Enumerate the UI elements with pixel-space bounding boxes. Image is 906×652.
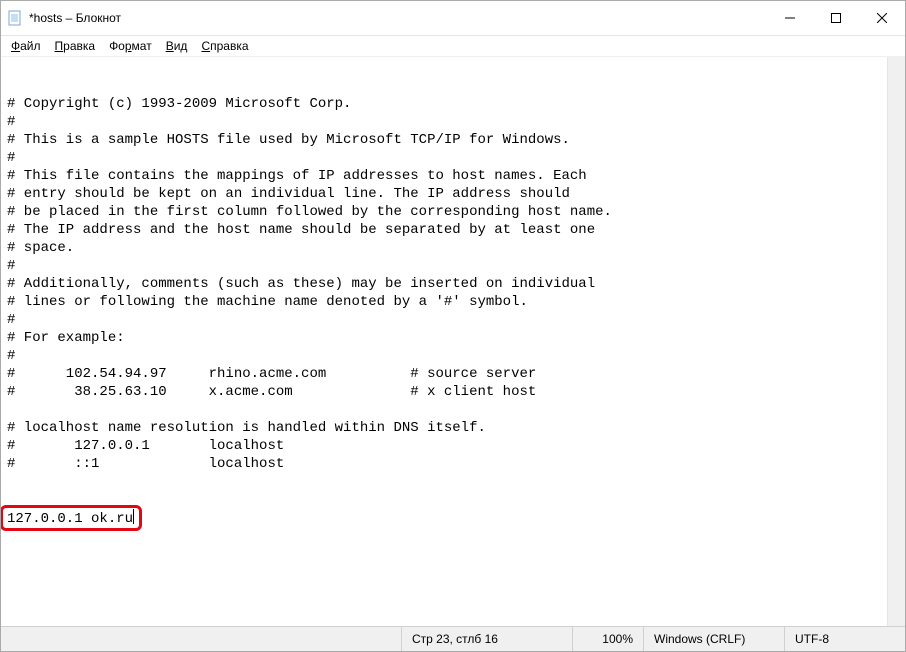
- titlebar: *hosts – Блокнот: [1, 1, 905, 36]
- menu-help[interactable]: Справка: [195, 38, 254, 54]
- window-controls: [767, 1, 905, 35]
- menubar: Файл Правка Формат Вид Справка: [1, 36, 905, 57]
- notepad-icon: [7, 10, 23, 26]
- status-position: Стр 23, стлб 16: [401, 627, 572, 651]
- status-spacer: [1, 627, 401, 651]
- typed-line: 127.0.0.1 ok.ru: [7, 509, 883, 528]
- status-zoom: 100%: [572, 627, 643, 651]
- title-left: *hosts – Блокнот: [7, 10, 121, 26]
- maximize-button[interactable]: [813, 1, 859, 35]
- file-content: # Copyright (c) 1993-2009 Microsoft Corp…: [7, 95, 883, 473]
- menu-file[interactable]: Файл: [5, 38, 47, 54]
- window: *hosts – Блокнот Файл Правка Формат Вид …: [0, 0, 906, 652]
- close-button[interactable]: [859, 1, 905, 35]
- status-encoding: UTF-8: [784, 627, 905, 651]
- status-line-ending: Windows (CRLF): [643, 627, 784, 651]
- statusbar: Стр 23, стлб 16 100% Windows (CRLF) UTF-…: [1, 626, 905, 651]
- editor-area: # Copyright (c) 1993-2009 Microsoft Corp…: [1, 57, 905, 626]
- menu-format[interactable]: Формат: [103, 38, 158, 54]
- menu-edit[interactable]: Правка: [49, 38, 102, 54]
- text-caret: [133, 509, 134, 524]
- minimize-button[interactable]: [767, 1, 813, 35]
- window-title: *hosts – Блокнот: [29, 11, 121, 25]
- vertical-scrollbar[interactable]: [887, 57, 905, 626]
- menu-view[interactable]: Вид: [160, 38, 194, 54]
- text-editor[interactable]: # Copyright (c) 1993-2009 Microsoft Corp…: [1, 57, 887, 626]
